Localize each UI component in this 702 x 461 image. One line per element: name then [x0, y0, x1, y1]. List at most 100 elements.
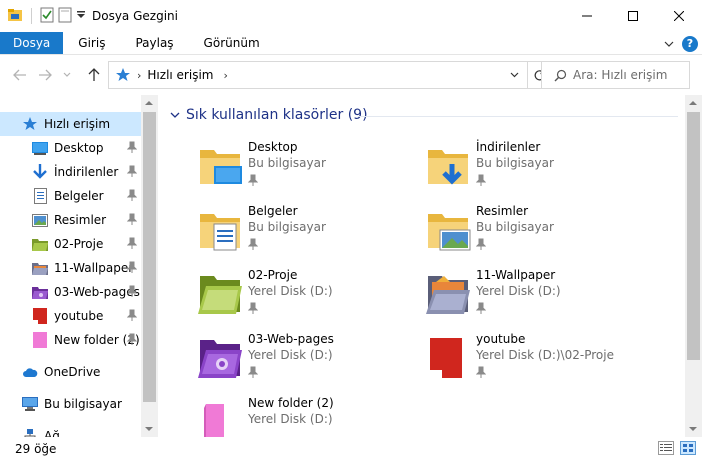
back-button[interactable]: [8, 63, 32, 87]
folder-tile-new-folder-2[interactable]: New folder (2) Yerel Disk (D:): [196, 396, 416, 437]
scroll-down-icon[interactable]: [689, 426, 697, 432]
pin-icon[interactable]: [126, 261, 138, 276]
tab-share[interactable]: Paylaş: [120, 32, 188, 54]
pin-icon[interactable]: [248, 366, 258, 378]
quick-access-toolbar: [0, 0, 86, 32]
tab-home[interactable]: Giriş: [63, 32, 120, 54]
toolbar-separator: [31, 8, 32, 24]
scroll-up-icon[interactable]: [145, 100, 153, 106]
folder-location: Bu bilgisayar: [476, 156, 554, 170]
pin-icon[interactable]: [476, 174, 486, 186]
sidebar-item-quick-access[interactable]: Hızlı erişim: [0, 112, 141, 136]
folder-tile-02-proje[interactable]: 02-Proje Yerel Disk (D:): [196, 268, 416, 330]
folder-tile-03-web-pages[interactable]: 03-Web-pages Yerel Disk (D:): [196, 332, 416, 394]
folder-name: youtube: [476, 332, 526, 346]
folder-location: Yerel Disk (D:): [248, 412, 333, 426]
search-box[interactable]: Ara: Hızlı erişim: [541, 61, 690, 89]
pin-icon[interactable]: [126, 309, 138, 324]
folder-tile-11-wallpaper[interactable]: 11-Wallpaper Yerel Disk (D:): [424, 268, 644, 330]
sidebar-item-this-pc[interactable]: Bu bilgisayar: [0, 392, 141, 416]
sidebar-item-new-folder-2[interactable]: New folder (2): [0, 328, 141, 352]
details-view-icon[interactable]: [658, 441, 674, 458]
pin-icon[interactable]: [476, 366, 486, 378]
pin-icon[interactable]: [126, 333, 138, 348]
pin-icon[interactable]: [476, 302, 486, 314]
folder-tile-downloads[interactable]: İndirilenler Bu bilgisayar: [424, 140, 644, 202]
sidebar-item-pictures[interactable]: Resimler: [0, 208, 141, 232]
pin-icon[interactable]: [126, 237, 138, 252]
pin-icon[interactable]: [248, 238, 258, 250]
sidebar-scrollbar[interactable]: [141, 95, 158, 437]
title-bar: Dosya Gezgini: [0, 0, 702, 32]
pin-icon[interactable]: [248, 302, 258, 314]
pin-icon[interactable]: [126, 189, 138, 204]
tab-view[interactable]: Görünüm: [189, 32, 275, 54]
scroll-down-icon[interactable]: [145, 426, 153, 432]
ribbon-right-controls: ?: [664, 32, 698, 55]
customize-toolbar-dropdown-icon[interactable]: [76, 9, 86, 23]
new-folder-icon[interactable]: [58, 7, 72, 26]
large-icons-view-icon[interactable]: [680, 441, 696, 458]
folder-location: Bu bilgisayar: [248, 156, 326, 170]
sidebar-item-onedrive[interactable]: OneDrive: [0, 360, 141, 384]
folder-tile-youtube[interactable]: youtube Yerel Disk (D:)\02-Proje: [424, 332, 644, 394]
explorer-folder-icon[interactable]: [7, 7, 23, 26]
help-icon[interactable]: ?: [682, 35, 698, 52]
recent-locations-dropdown[interactable]: [60, 63, 74, 87]
pictures-folder-icon: [428, 214, 471, 251]
sidebar-scrollbar-thumb[interactable]: [143, 112, 156, 402]
folder-tile-pictures[interactable]: Resimler Bu bilgisayar: [424, 204, 644, 266]
forward-button[interactable]: [33, 63, 57, 87]
pin-icon[interactable]: [248, 174, 258, 186]
folder-location: Bu bilgisayar: [476, 220, 554, 234]
red-folder-icon: [430, 338, 462, 378]
up-button[interactable]: [82, 63, 106, 87]
sidebar-item-documents[interactable]: Belgeler: [0, 184, 141, 208]
item-count: 29 öğe: [15, 442, 57, 456]
sidebar-item-label: İndirilenler: [54, 165, 119, 179]
sidebar-item-downloads[interactable]: İndirilenler: [0, 160, 141, 184]
properties-icon[interactable]: [40, 7, 54, 26]
content-pane: Sık kullanılan klasörler (9) Desktop Bu …: [158, 95, 685, 437]
document-icon: [32, 188, 48, 204]
pin-icon[interactable]: [476, 238, 486, 250]
expand-ribbon-icon[interactable]: [664, 37, 674, 51]
tab-file[interactable]: Dosya: [0, 32, 64, 54]
green-folder-icon: [198, 276, 242, 314]
maximize-button[interactable]: [610, 0, 656, 32]
folder-location: Yerel Disk (D:): [476, 284, 561, 298]
address-bar[interactable]: › Hızlı erişim ›: [108, 61, 528, 89]
sidebar-item-11-wallpaper[interactable]: 11-Wallpaper: [0, 256, 141, 280]
scroll-up-icon[interactable]: [689, 100, 697, 106]
breadcrumb-quick-access[interactable]: Hızlı erişim: [147, 68, 213, 82]
content-scrollbar-thumb[interactable]: [687, 112, 700, 360]
group-header-frequent-folders[interactable]: Sık kullanılan klasörler (9): [170, 107, 368, 123]
pin-icon[interactable]: [126, 285, 138, 300]
sidebar-item-youtube[interactable]: youtube: [0, 304, 141, 328]
folder-location: Yerel Disk (D:): [248, 348, 333, 362]
close-button[interactable]: [656, 0, 702, 32]
content-scrollbar[interactable]: [685, 95, 702, 437]
sidebar-item-03-web-pages[interactable]: 03-Web-pages: [0, 280, 141, 304]
folder-tile-documents[interactable]: Belgeler Bu bilgisayar: [196, 204, 416, 266]
sidebar-item-02-proje[interactable]: 02-Proje: [0, 232, 141, 256]
collapse-chevron-icon[interactable]: [170, 111, 180, 119]
folder-name: İndirilenler: [476, 140, 541, 154]
sidebar-item-label: Resimler: [54, 213, 107, 227]
sidebar-item-label: OneDrive: [44, 365, 101, 379]
breadcrumb-chevron-icon[interactable]: ›: [223, 69, 227, 82]
folder-tile-desktop[interactable]: Desktop Bu bilgisayar: [196, 140, 416, 202]
sidebar-item-network[interactable]: Ağ: [0, 424, 141, 437]
breadcrumb-chevron-icon[interactable]: ›: [137, 69, 141, 82]
pin-icon[interactable]: [126, 213, 138, 228]
pink-folder-icon: [204, 404, 224, 437]
sidebar-item-desktop[interactable]: Desktop: [0, 136, 141, 160]
minimize-button[interactable]: [564, 0, 610, 32]
pin-icon[interactable]: [126, 141, 138, 156]
wallpaper-folder-icon: [426, 276, 470, 314]
sidebar-item-label: Ağ: [44, 429, 60, 437]
address-dropdown-button[interactable]: [501, 62, 527, 88]
pin-icon[interactable]: [126, 165, 138, 180]
sidebar-item-label: Belgeler: [54, 189, 104, 203]
folder-location: Yerel Disk (D:)\02-Proje: [476, 348, 614, 362]
